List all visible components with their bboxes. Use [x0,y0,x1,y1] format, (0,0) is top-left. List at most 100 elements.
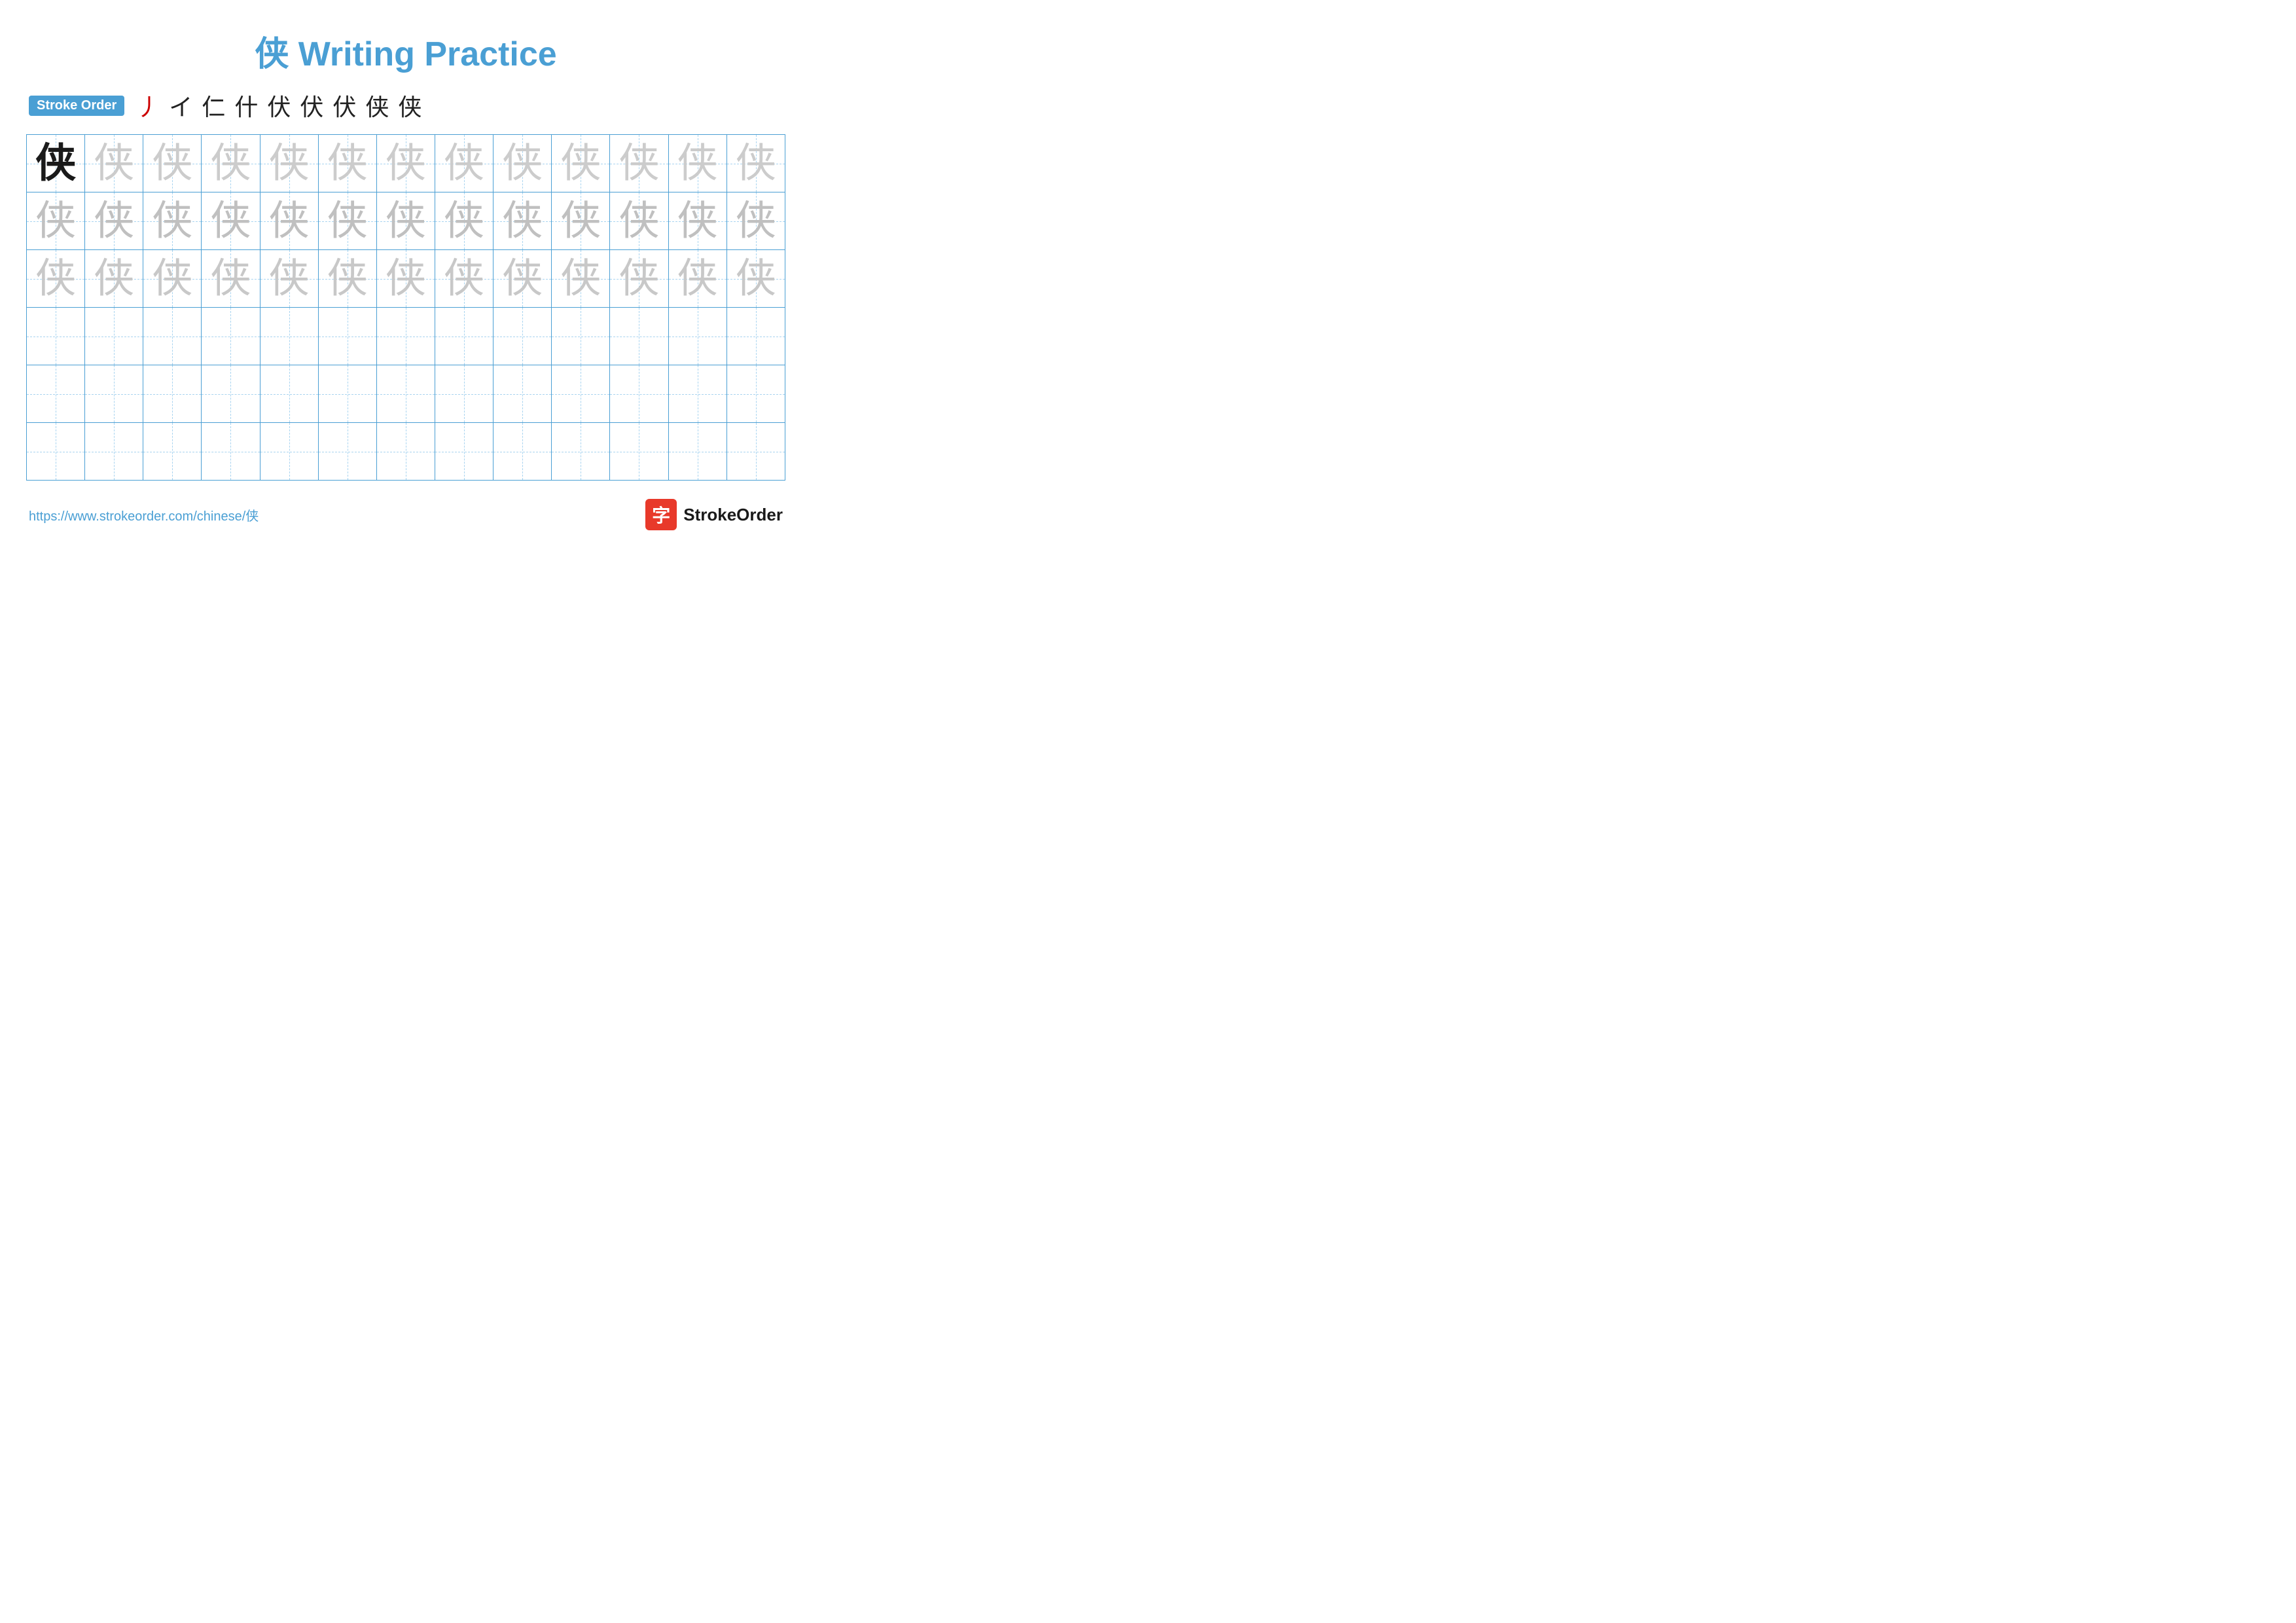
grid-cell[interactable] [668,308,726,365]
grid-cell[interactable]: 侠 [610,135,668,192]
character-display: 侠 [502,199,543,244]
grid-cell[interactable] [726,308,785,365]
grid-cell[interactable]: 侠 [668,250,726,308]
grid-cell[interactable] [435,308,493,365]
stroke-1: 丿 [136,88,160,122]
grid-cell[interactable] [143,423,202,481]
grid-cell[interactable]: 侠 [376,135,435,192]
grid-cell[interactable]: 侠 [435,192,493,250]
grid-cell[interactable]: 侠 [27,135,85,192]
grid-cell[interactable]: 侠 [260,135,318,192]
grid-cell[interactable] [318,365,376,423]
grid-cell[interactable]: 侠 [143,192,202,250]
grid-cell[interactable] [726,423,785,481]
grid-cell[interactable] [376,308,435,365]
grid-cell[interactable] [202,365,260,423]
grid-cell[interactable]: 侠 [726,250,785,308]
grid-cell[interactable] [85,365,143,423]
character-display: 侠 [560,257,601,301]
grid-cell[interactable]: 侠 [376,192,435,250]
grid-cell[interactable]: 侠 [260,192,318,250]
grid-cell[interactable] [85,308,143,365]
grid-cell[interactable] [610,365,668,423]
grid-cell[interactable] [493,365,552,423]
grid-cell[interactable]: 侠 [260,250,318,308]
grid-cell[interactable]: 侠 [202,192,260,250]
footer-brand: 字 StrokeOrder [645,499,783,530]
stroke-8: 侠 [365,88,389,122]
character-display: 侠 [619,257,659,301]
grid-cell[interactable] [493,308,552,365]
grid-cell[interactable]: 侠 [610,192,668,250]
character-display: 侠 [210,141,251,186]
grid-cell[interactable]: 侠 [668,135,726,192]
character-display: 侠 [327,257,368,301]
grid-cell[interactable] [376,423,435,481]
grid-cell[interactable] [143,308,202,365]
grid-cell[interactable] [260,423,318,481]
grid-cell[interactable]: 侠 [318,250,376,308]
grid-cell[interactable] [318,308,376,365]
grid-cell[interactable]: 侠 [143,135,202,192]
grid-cell[interactable]: 侠 [493,192,552,250]
grid-cell[interactable]: 侠 [552,192,610,250]
grid-cell[interactable] [668,365,726,423]
character-display: 侠 [269,257,310,301]
grid-cell[interactable] [493,423,552,481]
grid-cell[interactable] [552,365,610,423]
grid-cell[interactable]: 侠 [552,135,610,192]
grid-cell[interactable] [260,365,318,423]
grid-cell[interactable]: 侠 [552,250,610,308]
grid-cell[interactable]: 侠 [376,250,435,308]
grid-cell[interactable] [668,423,726,481]
grid-cell[interactable] [27,365,85,423]
practice-row-2: 侠 侠 侠 侠 侠 侠 侠 侠 侠 侠 侠 侠 侠 [27,192,785,250]
grid-cell[interactable]: 侠 [27,192,85,250]
footer-url[interactable]: https://www.strokeorder.com/chinese/侠 [29,505,259,524]
brand-icon: 字 [645,499,677,530]
grid-cell[interactable] [27,308,85,365]
grid-cell[interactable] [260,308,318,365]
grid-cell[interactable] [318,423,376,481]
character-display: 侠 [736,257,776,301]
grid-cell[interactable] [202,423,260,481]
grid-cell[interactable]: 侠 [27,250,85,308]
grid-cell[interactable]: 侠 [202,250,260,308]
grid-cell[interactable] [435,423,493,481]
grid-cell[interactable] [143,365,202,423]
grid-cell[interactable]: 侠 [435,250,493,308]
grid-cell[interactable]: 侠 [143,250,202,308]
character-display: 侠 [152,199,192,244]
grid-cell[interactable] [435,365,493,423]
grid-cell[interactable] [376,365,435,423]
character-display: 侠 [152,141,192,186]
grid-cell[interactable] [610,423,668,481]
character-display: 侠 [677,199,718,244]
grid-cell[interactable] [85,423,143,481]
character-display: 侠 [677,257,718,301]
character-display: 侠 [386,257,426,301]
grid-cell[interactable]: 侠 [202,135,260,192]
grid-cell[interactable]: 侠 [726,135,785,192]
grid-cell[interactable]: 侠 [668,192,726,250]
grid-cell[interactable]: 侠 [85,250,143,308]
stroke-5: 伏 [267,88,291,122]
grid-cell[interactable]: 侠 [493,250,552,308]
grid-cell[interactable] [726,365,785,423]
grid-cell[interactable]: 侠 [318,135,376,192]
grid-cell[interactable]: 侠 [85,192,143,250]
grid-cell[interactable] [552,423,610,481]
grid-cell[interactable] [610,308,668,365]
grid-cell[interactable]: 侠 [726,192,785,250]
grid-cell[interactable] [552,308,610,365]
grid-cell[interactable]: 侠 [493,135,552,192]
grid-cell[interactable] [27,423,85,481]
grid-cell[interactable]: 侠 [85,135,143,192]
grid-cell[interactable] [202,308,260,365]
character-display: 侠 [327,199,368,244]
stroke-2: イ [169,88,192,122]
grid-cell[interactable]: 侠 [435,135,493,192]
grid-cell[interactable]: 侠 [318,192,376,250]
character-display: 侠 [444,141,484,186]
grid-cell[interactable]: 侠 [610,250,668,308]
